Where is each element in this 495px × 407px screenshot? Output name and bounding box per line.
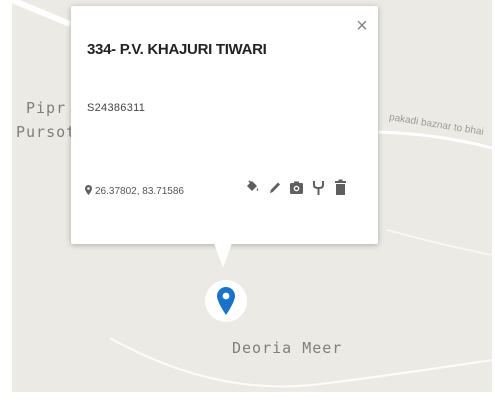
trash-icon[interactable] — [333, 179, 348, 196]
paint-bucket-icon[interactable] — [245, 179, 260, 196]
fork-icon[interactable] — [311, 179, 326, 196]
popup-actions — [245, 179, 348, 196]
map-marker-icon[interactable] — [217, 287, 235, 320]
close-button[interactable]: × — [354, 15, 370, 37]
pencil-icon[interactable] — [267, 179, 282, 196]
close-icon: × — [356, 15, 368, 37]
location-pin-icon — [85, 185, 92, 198]
info-popup: × 334- P.V. KHAJURI TIWARI S24386311 26.… — [71, 6, 378, 268]
popup-pointer — [214, 243, 232, 268]
coordinates-row: 26.37802, 83.71586 — [85, 185, 184, 198]
coordinates-text: 26.37802, 83.71586 — [95, 186, 184, 198]
camera-icon[interactable] — [289, 179, 304, 196]
popup-title: 334- P.V. KHAJURI TIWARI — [87, 41, 267, 58]
phone-number: S24386311 — [87, 102, 146, 114]
place-label-pursot: Pursot — [16, 123, 77, 141]
place-label-deoria-meer: Deoria Meer — [232, 339, 343, 357]
place-label-pipr: Pipr — [26, 99, 67, 117]
